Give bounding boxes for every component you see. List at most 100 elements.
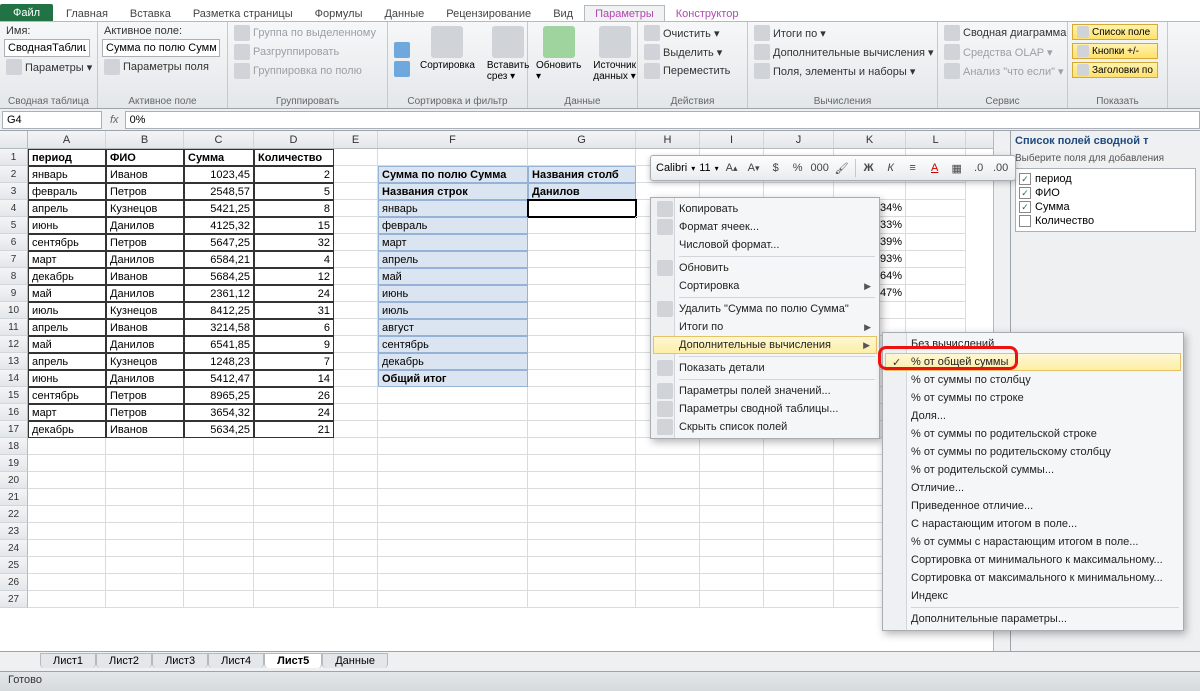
cell-L7[interactable] — [906, 251, 966, 268]
cell-H24[interactable] — [636, 540, 700, 557]
cell-D3[interactable]: 5 — [254, 183, 334, 200]
col-header-G[interactable]: G — [528, 131, 636, 148]
checkbox-icon[interactable]: ✓ — [1019, 173, 1031, 185]
cell-C2[interactable]: 1023,45 — [184, 166, 254, 183]
cell-B24[interactable] — [106, 540, 184, 557]
cell-E7[interactable] — [334, 251, 378, 268]
cell-G24[interactable] — [528, 540, 636, 557]
select-button[interactable]: Выделить ▾ — [642, 43, 732, 61]
cell-D13[interactable]: 7 — [254, 353, 334, 370]
cell-D7[interactable]: 4 — [254, 251, 334, 268]
cell-F6[interactable]: март — [378, 234, 528, 251]
cell-A15[interactable]: сентябрь — [28, 387, 106, 404]
cell-F7[interactable]: апрель — [378, 251, 528, 268]
cell-H21[interactable] — [636, 489, 700, 506]
mini-decimal-inc-icon[interactable]: .0 — [970, 159, 988, 177]
mini-italic-icon[interactable]: К — [882, 159, 900, 177]
cell-C21[interactable] — [184, 489, 254, 506]
ctx-item[interactable]: Параметры сводной таблицы... — [653, 400, 877, 418]
cell-I27[interactable] — [700, 591, 764, 608]
pivot-options-button[interactable]: Параметры ▾ — [4, 58, 94, 76]
cell-D8[interactable]: 12 — [254, 268, 334, 285]
mini-align-icon[interactable]: ≡ — [904, 159, 922, 177]
fields-items-button[interactable]: Поля, элементы и наборы ▾ — [752, 62, 936, 80]
cell-D9[interactable]: 24 — [254, 285, 334, 302]
col-header-H[interactable]: H — [636, 131, 700, 148]
cell-C27[interactable] — [184, 591, 254, 608]
cell-C16[interactable]: 3654,32 — [184, 404, 254, 421]
cell-L9[interactable] — [906, 285, 966, 302]
data-source-button[interactable]: Источник данных ▾ — [589, 24, 640, 95]
cell-G17[interactable] — [528, 421, 636, 438]
cell-E21[interactable] — [334, 489, 378, 506]
cell-E12[interactable] — [334, 336, 378, 353]
cell-A7[interactable]: март — [28, 251, 106, 268]
cell-A14[interactable]: июнь — [28, 370, 106, 387]
ctx-item[interactable]: Параметры полей значений... — [653, 382, 877, 400]
cell-E1[interactable] — [334, 149, 378, 166]
row-header[interactable]: 3 — [0, 183, 28, 200]
row-header[interactable]: 19 — [0, 455, 28, 472]
row-header[interactable]: 25 — [0, 557, 28, 574]
sort-za-icon[interactable] — [392, 60, 412, 78]
cell-G11[interactable] — [528, 319, 636, 336]
cell-F25[interactable] — [378, 557, 528, 574]
tab-Данные[interactable]: Данные — [373, 5, 435, 21]
cell-D15[interactable]: 26 — [254, 387, 334, 404]
cell-I20[interactable] — [700, 472, 764, 489]
cell-F14[interactable]: Общий итог — [378, 370, 528, 387]
cell-D12[interactable]: 9 — [254, 336, 334, 353]
row-header[interactable]: 4 — [0, 200, 28, 217]
cell-B23[interactable] — [106, 523, 184, 540]
sub-item[interactable]: Индекс — [885, 587, 1181, 605]
sub-item[interactable]: % от общей суммы — [885, 353, 1181, 371]
insert-slicer-button[interactable]: Вставить срез ▾ — [483, 24, 533, 95]
cell-E4[interactable] — [334, 200, 378, 217]
mini-decrease-font-icon[interactable]: A▾ — [745, 159, 763, 177]
cell-F27[interactable] — [378, 591, 528, 608]
cell-D18[interactable] — [254, 438, 334, 455]
tab-ctx-Конструктор[interactable]: Конструктор — [665, 5, 750, 21]
cell-H22[interactable] — [636, 506, 700, 523]
cell-A13[interactable]: апрель — [28, 353, 106, 370]
cell-A8[interactable]: декабрь — [28, 268, 106, 285]
cell-F11[interactable]: август — [378, 319, 528, 336]
move-button[interactable]: Переместить — [642, 62, 732, 80]
sheet-tab-Лист5[interactable]: Лист5 — [264, 653, 322, 668]
ctx-item[interactable]: Дополнительные вычисления▶ — [653, 336, 877, 354]
cell-C22[interactable] — [184, 506, 254, 523]
cell-J23[interactable] — [764, 523, 834, 540]
cell-C6[interactable]: 5647,25 — [184, 234, 254, 251]
cell-H20[interactable] — [636, 472, 700, 489]
cell-A22[interactable] — [28, 506, 106, 523]
row-header[interactable]: 21 — [0, 489, 28, 506]
cell-G10[interactable] — [528, 302, 636, 319]
cell-C20[interactable] — [184, 472, 254, 489]
col-header-C[interactable]: C — [184, 131, 254, 148]
sub-item[interactable]: % от суммы с нарастающим итогом в поле..… — [885, 533, 1181, 551]
cell-A16[interactable]: март — [28, 404, 106, 421]
cell-D22[interactable] — [254, 506, 334, 523]
cell-D24[interactable] — [254, 540, 334, 557]
cell-G19[interactable] — [528, 455, 636, 472]
cell-J25[interactable] — [764, 557, 834, 574]
cell-D25[interactable] — [254, 557, 334, 574]
cell-H19[interactable] — [636, 455, 700, 472]
pivot-name-input[interactable] — [4, 39, 90, 57]
cell-G15[interactable] — [528, 387, 636, 404]
tab-file[interactable]: Файл — [0, 4, 53, 21]
tab-Рецензирование[interactable]: Рецензирование — [435, 5, 542, 21]
sub-item[interactable]: Сортировка от минимального к максимально… — [885, 551, 1181, 569]
row-header[interactable]: 16 — [0, 404, 28, 421]
cell-E3[interactable] — [334, 183, 378, 200]
field-item-ФИО[interactable]: ✓ФИО — [1019, 186, 1192, 200]
cell-I21[interactable] — [700, 489, 764, 506]
cell-E26[interactable] — [334, 574, 378, 591]
cell-F26[interactable] — [378, 574, 528, 591]
field-list-toggle[interactable]: Список поле — [1072, 24, 1158, 40]
row-header[interactable]: 20 — [0, 472, 28, 489]
cell-A17[interactable]: декабрь — [28, 421, 106, 438]
plus-minus-toggle[interactable]: Кнопки +/- — [1072, 43, 1158, 59]
cell-G1[interactable] — [528, 149, 636, 166]
cell-E23[interactable] — [334, 523, 378, 540]
